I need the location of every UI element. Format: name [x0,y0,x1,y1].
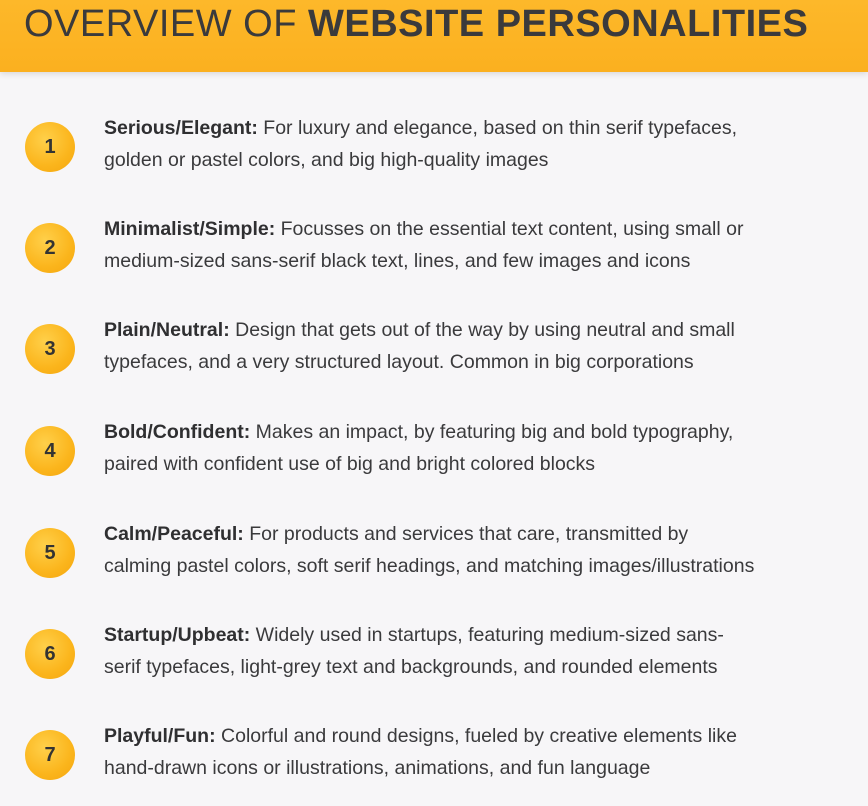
page-title: OVERVIEW OF WEBSITE PERSONALITIES [24,2,808,46]
number-badge: 7 [25,730,75,780]
number-badge: 4 [25,426,75,476]
item-line1: For products and services that care, tra… [249,523,689,545]
number-badge: 5 [25,528,75,578]
list-item: 5 Calm/Peaceful: For products and servic… [0,518,868,598]
item-label: Startup/Upbeat: [104,624,251,646]
list-item: 1 Serious/Elegant: For luxury and elegan… [0,112,868,192]
item-line1: Makes an impact, by featuring big and bo… [255,421,734,443]
item-line2: paired with confident use of big and bri… [104,453,596,475]
item-label: Serious/Elegant: [104,117,258,139]
title-bold: WEBSITE PERSONALITIES [308,3,809,45]
item-line1: Design that gets out of the way by using… [235,319,735,341]
list-item: 7 Playful/Fun: Colorful and round design… [0,720,868,800]
list-item: 4 Bold/Confident: Makes an impact, by fe… [0,416,868,496]
item-text: Serious/Elegant: For luxury and elegance… [104,112,844,176]
item-line2: medium-sized sans-serif black text, line… [104,250,691,272]
item-text: Startup/Upbeat: Widely used in startups,… [104,619,844,683]
item-label: Plain/Neutral: [104,319,230,341]
item-label: Calm/Peaceful: [104,523,244,545]
item-text: Bold/Confident: Makes an impact, by feat… [104,416,844,480]
item-label: Playful/Fun: [104,725,216,747]
number-badge: 6 [25,629,75,679]
number-badge: 1 [25,122,75,172]
item-line2: hand-drawn icons or illustrations, anima… [104,757,651,779]
item-label: Bold/Confident: [104,421,251,443]
number-badge: 3 [25,324,75,374]
list-item: 6 Startup/Upbeat: Widely used in startup… [0,619,868,699]
item-line1: For luxury and elegance, based on thin s… [263,117,737,139]
item-line1: Widely used in startups, featuring mediu… [255,624,724,646]
item-line2: golden or pastel colors, and big high-qu… [104,149,549,171]
title-regular: OVERVIEW OF [24,3,297,45]
item-label: Minimalist/Simple: [104,218,276,240]
list-item: 2 Minimalist/Simple: Focusses on the ess… [0,213,868,293]
header-banner: OVERVIEW OF WEBSITE PERSONALITIES [0,0,868,72]
item-line2: typefaces, and a very structured layout.… [104,351,694,373]
number-badge: 2 [25,223,75,273]
item-text: Playful/Fun: Colorful and round designs,… [104,720,844,784]
item-line1: Colorful and round designs, fueled by cr… [221,725,737,747]
item-text: Plain/Neutral: Design that gets out of t… [104,314,844,378]
item-line2: serif typefaces, light-grey text and bac… [104,656,718,678]
item-line1: Focusses on the essential text content, … [280,218,744,240]
list-item: 3 Plain/Neutral: Design that gets out of… [0,314,868,394]
item-line2: calming pastel colors, soft serif headin… [104,555,755,577]
item-text: Calm/Peaceful: For products and services… [104,518,844,582]
item-text: Minimalist/Simple: Focusses on the essen… [104,213,844,277]
